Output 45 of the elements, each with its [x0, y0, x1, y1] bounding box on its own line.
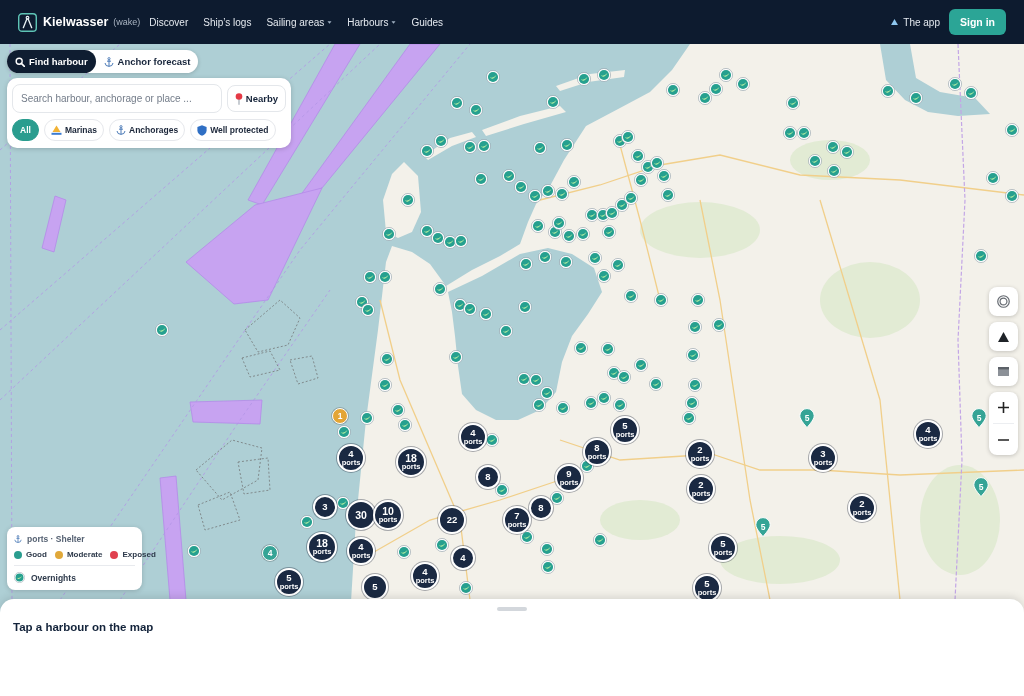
minus-icon — [998, 438, 1009, 441]
status-dot-icon — [110, 550, 119, 559]
harbour-pin-icon — [14, 572, 25, 583]
legend-label: Moderate — [66, 550, 103, 559]
nav-link[interactable]: Guides — [411, 16, 444, 28]
nav-link[interactable]: Discover — [149, 16, 189, 28]
filter-chip[interactable]: Well protected — [190, 119, 276, 141]
legend-title: ports · Shelter — [27, 534, 85, 544]
map-pin-icon — [234, 92, 243, 105]
anchor-icon — [103, 56, 114, 67]
filter-chip[interactable]: Marinas — [43, 119, 104, 141]
anchor-icon — [14, 535, 22, 543]
nav-link[interactable]: Harbours — [347, 16, 397, 28]
nav-link[interactable]: Sailing areas — [266, 16, 333, 28]
legend-label: Exposed — [122, 550, 156, 559]
tab[interactable]: Find harbour — [7, 50, 96, 73]
compass-logo-icon[interactable] — [18, 12, 37, 32]
terrain-button[interactable] — [989, 322, 1018, 351]
shield-icon — [197, 124, 208, 136]
legend-label: Good — [26, 550, 47, 559]
anchor-icon — [116, 125, 126, 135]
nav-link[interactable]: Ship’s logs — [203, 16, 252, 28]
status-dot-icon — [14, 550, 22, 559]
search-icon — [15, 56, 25, 67]
nearby-button[interactable]: Nearby — [226, 85, 286, 112]
layers-button[interactable] — [989, 357, 1018, 386]
legend-label: Overnights — [31, 572, 76, 583]
search-field[interactable]: Search harbour, anchorage or place ... — [12, 84, 222, 113]
sailboat-icon — [50, 125, 62, 135]
sheet-prompt: Tap a harbour on the map — [13, 621, 155, 633]
plus-icon — [998, 402, 1009, 413]
filter-chip[interactable]: Anchorages — [109, 119, 186, 141]
mountain-icon — [998, 331, 1009, 342]
tab[interactable]: Anchor forecast — [95, 50, 199, 73]
restricted-zone — [41, 195, 67, 253]
brand-subtitle: (wake) — [113, 17, 141, 27]
brand-name[interactable]: Kielwasser — [43, 15, 109, 29]
locate-button[interactable] — [989, 287, 1018, 316]
sheet-icon — [998, 367, 1009, 376]
triangle-icon — [891, 19, 899, 25]
status-dot-icon — [54, 550, 63, 559]
ring-icon — [997, 295, 1010, 308]
drag-handle[interactable] — [497, 607, 527, 611]
wind-farm-outline — [289, 355, 319, 385]
app-link[interactable]: The app — [891, 16, 940, 28]
